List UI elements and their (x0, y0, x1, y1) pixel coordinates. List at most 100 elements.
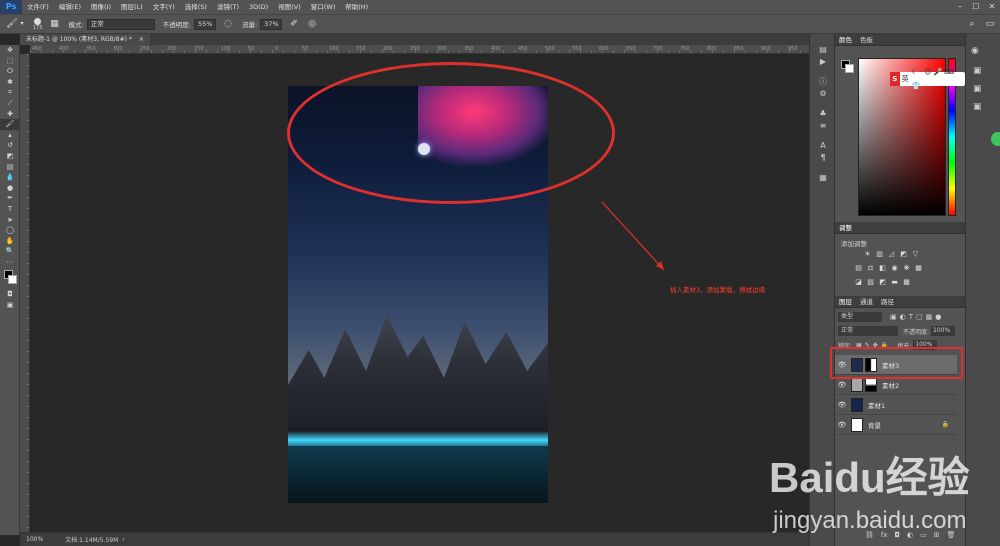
bg-color-swatch[interactable] (845, 64, 854, 73)
layer-name[interactable]: 素材2 (882, 380, 899, 390)
menu-item[interactable]: 窗口(W) (306, 0, 341, 14)
threshold-icon[interactable]: ◩ (878, 278, 887, 287)
layer-filter-icons[interactable]: ▣◐T▢▦● (890, 313, 944, 321)
minimize-icon[interactable]: – (952, 0, 968, 14)
tab-color[interactable]: 颜色 (839, 34, 852, 45)
marquee-tool-icon[interactable]: ⬚ (0, 56, 20, 67)
type-tool-icon[interactable]: T (0, 204, 20, 215)
panel-toggle-icon-3[interactable]: ▣ (973, 102, 1000, 112)
visibility-eye-icon[interactable]: 👁 (835, 401, 849, 409)
clone-source-icon[interactable]: ♣ (810, 108, 836, 120)
chevron-right-icon[interactable]: › (122, 536, 124, 543)
visibility-eye-icon[interactable]: 👁 (835, 421, 849, 429)
opacity-input[interactable]: 55% (193, 18, 216, 30)
info-icon[interactable]: ⓘ (810, 76, 836, 88)
mode-select[interactable]: 正常 (86, 18, 155, 30)
hue-sat-icon[interactable]: ▤ (854, 264, 863, 273)
photo-filter-icon[interactable]: ◉ (890, 264, 899, 273)
exposure-icon[interactable]: ◩ (899, 250, 908, 259)
color-balance-icon[interactable]: ⚖ (866, 264, 875, 273)
more-tools-icon[interactable]: ⋯ (0, 257, 20, 268)
zoom-tool-icon[interactable]: 🔍 (0, 246, 20, 257)
glyphs-icon[interactable]: ▦ (810, 172, 836, 184)
eraser-tool-icon[interactable]: ◩ (0, 151, 20, 162)
brush-preset[interactable]: 175 (33, 17, 43, 31)
panel-toggle-icon[interactable]: ▣ (973, 66, 1000, 76)
tab-adjustments[interactable]: 调整 (839, 222, 852, 233)
layer-name[interactable]: 背景 (868, 420, 881, 430)
eyedropper-icon[interactable]: ⟋ (0, 98, 20, 109)
search-icon[interactable]: ⌕ (966, 18, 978, 30)
move-tool-icon[interactable]: ✥ (0, 45, 20, 56)
layer-name[interactable]: 素材1 (868, 400, 885, 410)
tab-paths[interactable]: 路径 (881, 296, 894, 307)
ime-tool-icons[interactable]: ☾·☺🎤⌨👕 (912, 65, 965, 93)
ime-language[interactable]: 英 (902, 72, 909, 86)
chevron-down-icon[interactable]: ▾ (19, 18, 25, 30)
pressure-opacity-icon[interactable]: ◌ (222, 18, 234, 30)
close-icon[interactable]: ✕ (984, 0, 1000, 14)
menu-item[interactable]: 编辑(E) (54, 0, 86, 14)
libraries-icon[interactable]: ◉ (971, 46, 1000, 56)
menu-item[interactable]: 图像(I) (86, 0, 116, 14)
layer-row-background[interactable]: 👁 背景 🔒 (835, 415, 957, 435)
color-swatches[interactable] (0, 267, 19, 289)
healing-brush-icon[interactable]: ✚ (0, 109, 20, 120)
pen-tool-icon[interactable]: ✒ (0, 193, 20, 204)
tab-swatches[interactable]: 色板 (860, 34, 873, 45)
menu-item[interactable]: 3D(D) (244, 0, 273, 14)
tab-layers[interactable]: 图层 (839, 296, 852, 307)
layer-opacity-input[interactable]: 100% (931, 326, 956, 336)
paragraph-icon[interactable]: ¶ (810, 152, 836, 164)
invert-icon[interactable]: ◪ (854, 278, 863, 287)
blur-tool-icon[interactable]: 💧 (0, 172, 20, 183)
pressure-size-icon[interactable]: ◎ (306, 18, 318, 30)
dodge-tool-icon[interactable]: ● (0, 183, 20, 194)
menu-item[interactable]: 文件(F) (22, 0, 54, 14)
airbrush-icon[interactable]: ✐ (288, 18, 300, 30)
menu-item[interactable]: 文字(Y) (148, 0, 180, 14)
close-tab-icon[interactable]: × (139, 36, 144, 43)
brush-tool-icon[interactable]: 🖌 (6, 18, 18, 30)
zoom-level[interactable]: 100% (26, 536, 43, 543)
layer-filter-select[interactable]: 类型 (838, 312, 882, 322)
tab-channels[interactable]: 通道 (860, 296, 873, 307)
selective-color-icon[interactable]: ▩ (902, 278, 911, 287)
vibrance-icon[interactable]: ▽ (911, 250, 920, 259)
menu-item[interactable]: 滤镜(T) (212, 0, 244, 14)
quick-mask-icon[interactable]: ◘ (0, 289, 20, 300)
posterize-icon[interactable]: ▨ (866, 278, 875, 287)
menu-item[interactable]: 帮助(H) (340, 0, 373, 14)
brush-tool-icon[interactable]: 🖌 (0, 119, 20, 130)
panel-toggle-icon-2[interactable]: ▣ (973, 84, 1000, 94)
gradient-map-icon[interactable]: ▬ (890, 278, 899, 287)
path-select-icon[interactable]: ➤ (0, 215, 20, 226)
maximize-icon[interactable]: ☐ (968, 0, 984, 14)
workspace-icon[interactable]: ▭ (984, 18, 996, 30)
menu-item[interactable]: 图层(L) (116, 0, 148, 14)
levels-icon[interactable]: ▥ (875, 250, 884, 259)
flow-input[interactable]: 37% (260, 18, 283, 30)
blend-mode-select[interactable]: 正常 (838, 326, 898, 336)
properties-icon[interactable]: ⚙ (810, 88, 836, 100)
bw-icon[interactable]: ◧ (878, 264, 887, 273)
gradient-tool-icon[interactable]: ▤ (0, 162, 20, 173)
history-icon[interactable]: ▤ (810, 44, 836, 56)
lasso-tool-icon[interactable]: ⵔ (0, 66, 20, 77)
background-swatch[interactable] (8, 275, 17, 285)
document-tab[interactable]: 未标题-1 @ 100% (素材3, RGB/8#) * × (20, 34, 150, 45)
history-brush-icon[interactable]: ↺ (0, 140, 20, 151)
brightness-icon[interactable]: ☀ (863, 250, 872, 259)
layer-mask-thumbnail[interactable] (865, 377, 877, 392)
brush-settings-icon[interactable]: ≡ (810, 120, 836, 132)
brush-panel-icon[interactable]: ▦ (49, 18, 61, 30)
menu-item[interactable]: 选择(S) (180, 0, 212, 14)
shape-tool-icon[interactable]: ◯ (0, 225, 20, 236)
visibility-eye-icon[interactable]: 👁 (835, 381, 849, 389)
floating-assistant-icon[interactable] (991, 132, 1000, 146)
layer-row-1[interactable]: 👁 素材1 (835, 395, 957, 415)
menu-item[interactable]: 视图(V) (273, 0, 306, 14)
color-lookup-icon[interactable]: ▦ (914, 264, 923, 273)
hand-tool-icon[interactable]: ✋ (0, 236, 20, 247)
screen-mode-icon[interactable]: ▣ (0, 300, 20, 311)
